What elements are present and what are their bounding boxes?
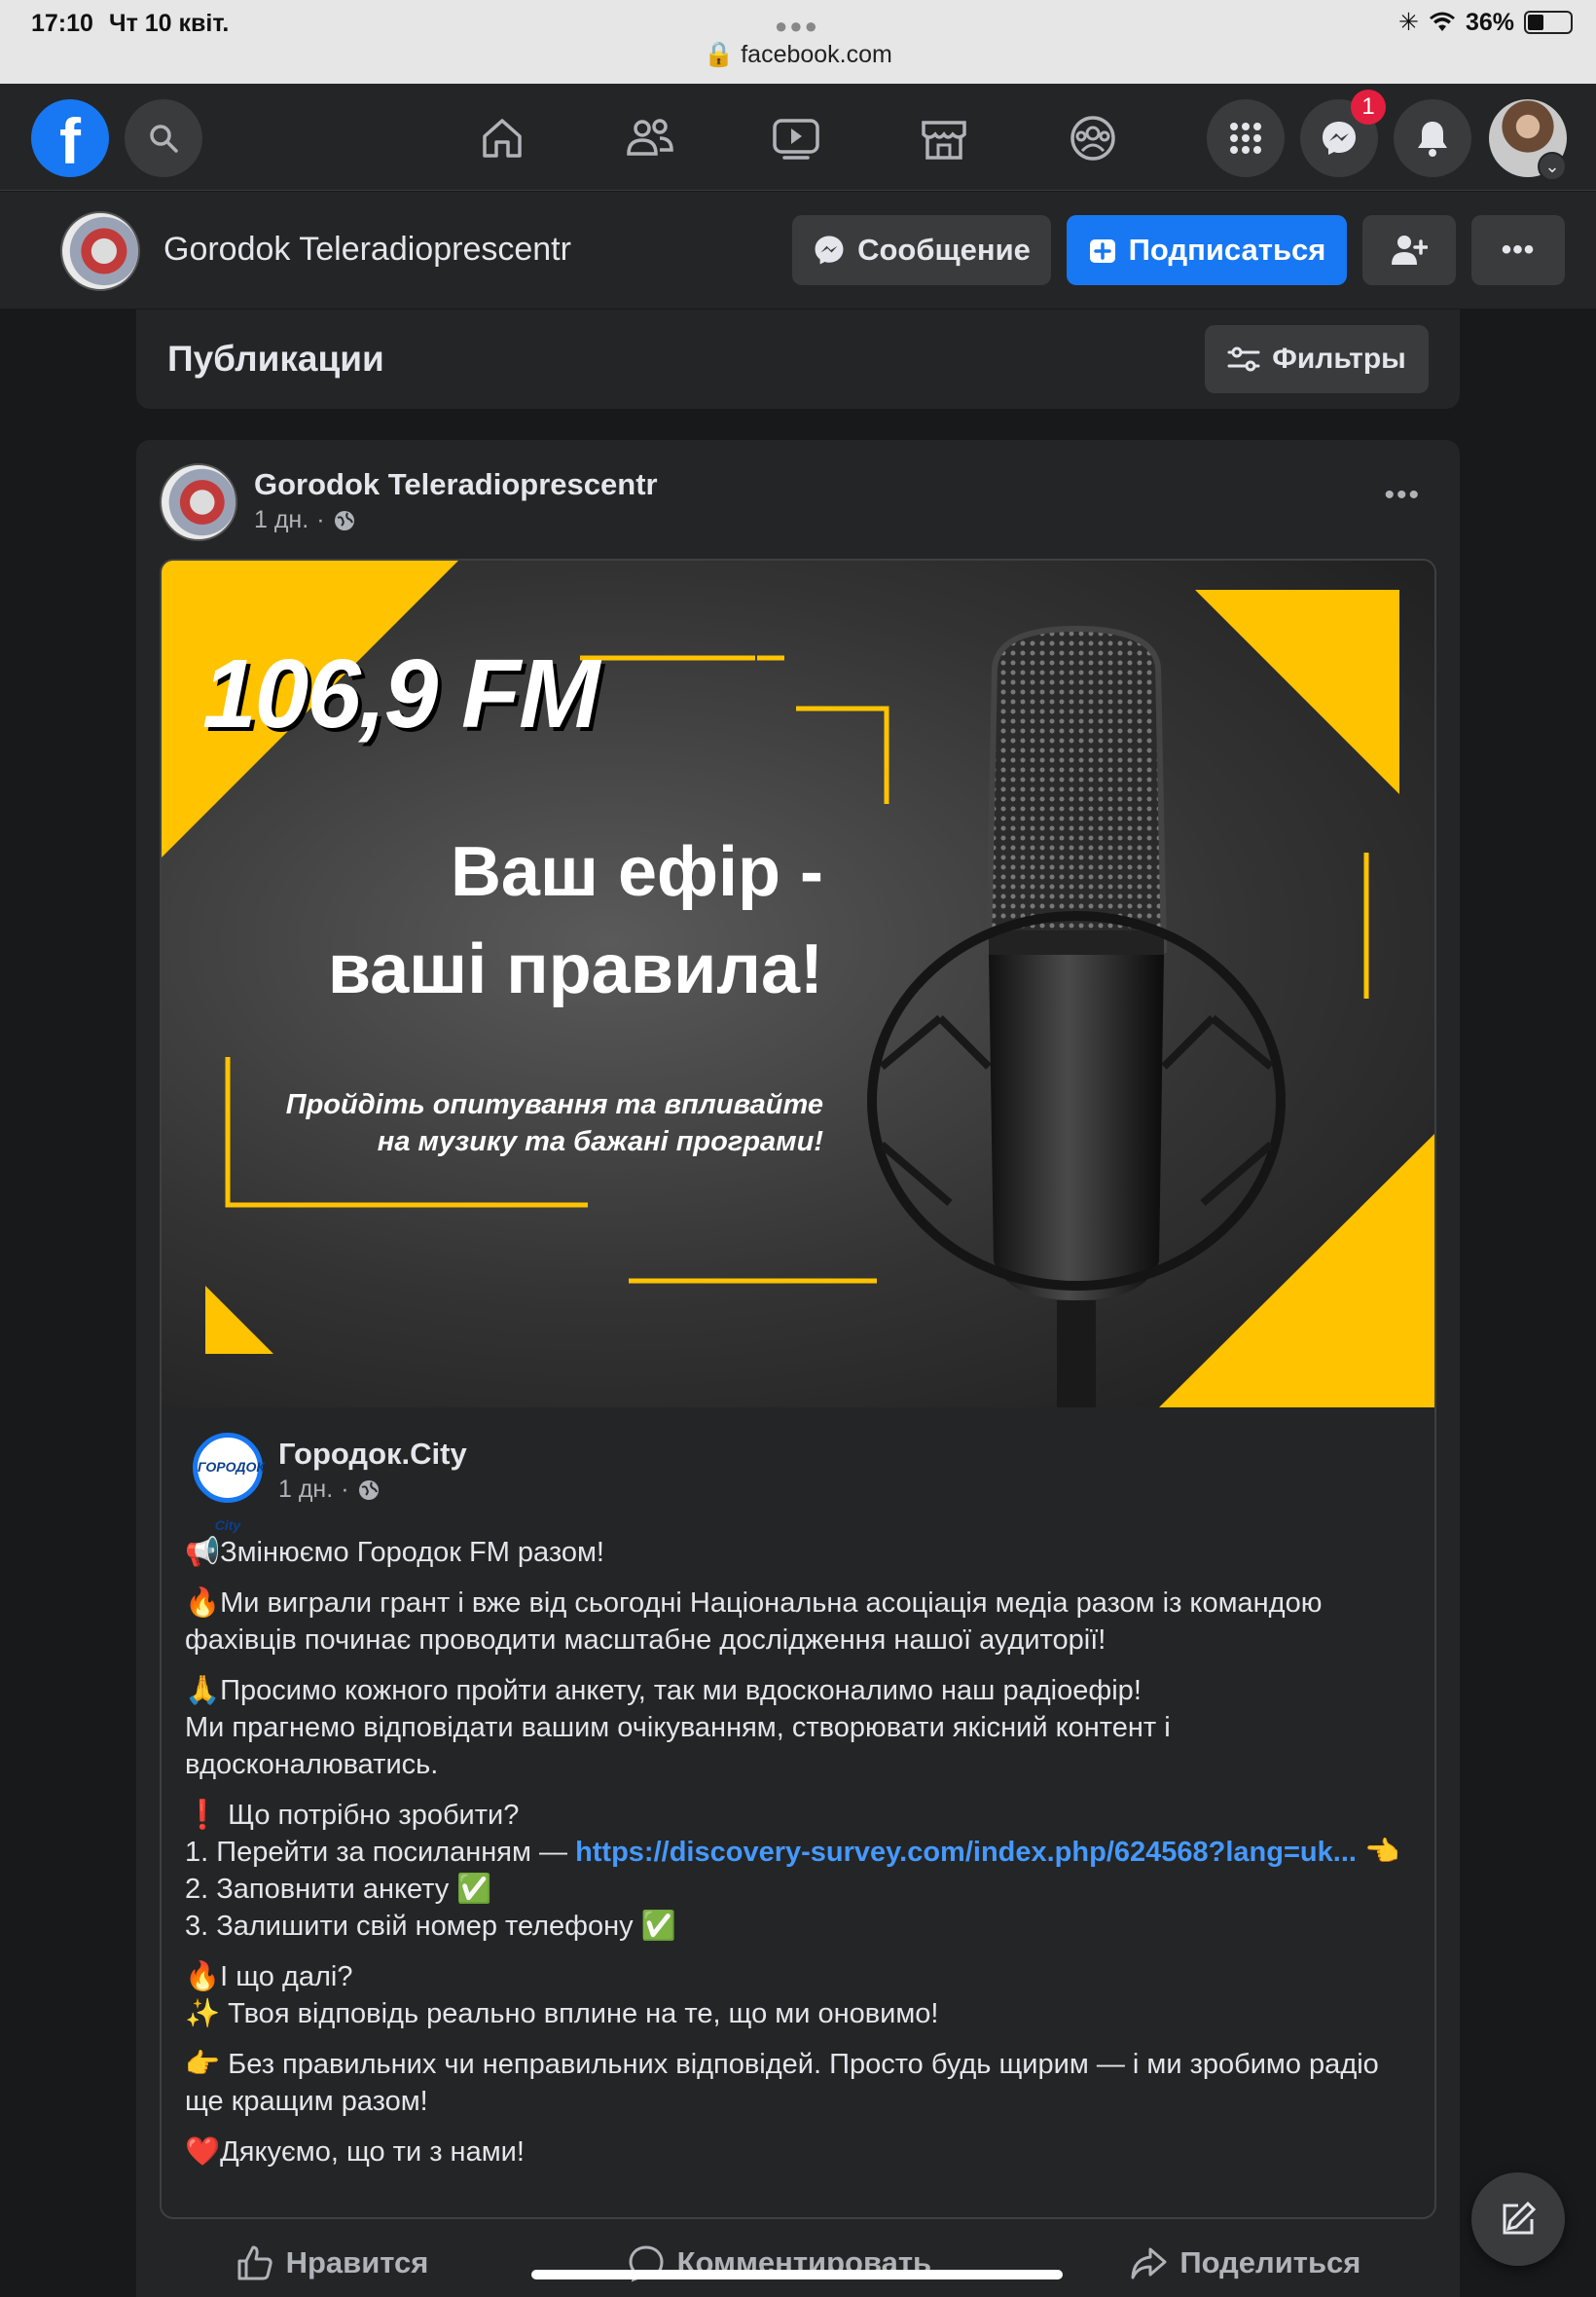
post-time[interactable]: 1 дн. [254, 506, 308, 534]
groups-icon [1070, 116, 1115, 161]
facebook-logo[interactable]: f [31, 99, 109, 177]
banner-subtitle-line1: Пройдіть опитування та впливайте [285, 1089, 823, 1120]
filter-sliders-icon [1227, 346, 1260, 372]
shared-post-time[interactable]: 1 дн. [278, 1476, 333, 1504]
marketplace-tab[interactable] [917, 111, 971, 165]
shared-author-avatar[interactable]: ГОРОДОК City [193, 1433, 265, 1533]
globe-icon [334, 510, 354, 530]
like-label: Нравится [285, 2245, 429, 2279]
multitask-dots-icon[interactable]: ●●● [775, 14, 819, 39]
add-person-icon [1392, 236, 1428, 265]
friends-tab[interactable] [623, 111, 677, 165]
add-friend-button[interactable] [1362, 215, 1456, 285]
page-avatar[interactable] [60, 211, 140, 291]
post-paragraph: ❗ Що потрібно зробити? 1. Перейти за пос… [185, 1800, 1400, 1942]
post-paragraph: 🔥І що далі? ✨ Твоя відповідь реально впл… [185, 1961, 939, 2029]
post-meta: 1 дн. · [254, 506, 356, 534]
search-button[interactable] [125, 99, 202, 177]
follow-button[interactable]: Подписаться [1067, 215, 1347, 285]
facebook-top-nav: f 1 ⌄ [0, 84, 1596, 191]
battery-percent: 36% [1465, 8, 1514, 36]
battery-icon [1524, 11, 1573, 34]
share-button[interactable]: Поделиться [1129, 2243, 1360, 2282]
more-options-button[interactable]: ••• [1471, 215, 1565, 285]
messenger-icon [1323, 122, 1356, 155]
banner-subtitle-line2: на музику та бажані програми! [377, 1126, 823, 1157]
post-paragraph: 🔥Ми виграли грант і вже від сьогодні Нац… [185, 1587, 1323, 1656]
post-banner-image[interactable]: 106,9 FM Ваш ефір - ваші правила! Пройді… [162, 561, 1434, 1407]
watch-icon [773, 119, 819, 160]
shared-post-meta: 1 дн. · [278, 1476, 381, 1504]
post-paragraph: 👉 Без правильних чи неправильних відпові… [185, 2049, 1379, 2117]
page-name[interactable]: Gorodok Teleradioprescentr [163, 231, 571, 269]
globe-icon [358, 1479, 379, 1500]
ios-status-bar: 17:10 Чт 10 квіт. ●●● 🔒 facebook.com ✳ 3… [0, 0, 1596, 84]
friends-icon [627, 119, 673, 156]
post-body-text: 📢Змінюємо Городок FM разом! 🔥Ми виграли … [185, 1534, 1421, 2184]
compose-icon [1503, 2201, 1537, 2235]
home-tab[interactable] [475, 111, 529, 165]
wifi-icon [1429, 12, 1455, 31]
post-card: Gorodok Teleradioprescentr 1 дн. · ••• 1… [136, 440, 1460, 2297]
post-paragraph: 📢Змінюємо Городок FM разом! [185, 1537, 604, 1568]
groups-tab[interactable] [1066, 111, 1120, 165]
post-author-avatar[interactable] [160, 463, 237, 541]
banner-frequency: 106,9 FM [202, 639, 599, 748]
shared-author-name[interactable]: Городок.City [278, 1437, 467, 1472]
status-date: Чт 10 квіт. [109, 10, 230, 37]
share-label: Поделиться [1179, 2245, 1361, 2279]
filters-button[interactable]: Фильтры [1205, 325, 1429, 393]
home-icon [483, 119, 522, 158]
post-actions: Нравится Комментировать Поделиться [136, 2229, 1460, 2297]
post-paragraph: ❤️Дякуємо, що ти з нами! [185, 2136, 525, 2168]
messenger-badge: 1 [1351, 90, 1386, 125]
thumbs-up-icon [237, 2245, 272, 2280]
follow-button-label: Подписаться [1128, 233, 1326, 267]
more-dots-icon: ••• [1501, 234, 1536, 266]
share-icon [1131, 2247, 1167, 2279]
publications-header: Публикации Фильтры [136, 310, 1460, 409]
banner-headline-line1: Ваш ефір - [450, 833, 823, 911]
bell-icon [1418, 122, 1447, 157]
status-right: ✳ 36% [1398, 8, 1573, 37]
notifications-button[interactable] [1394, 99, 1471, 177]
chevron-down-icon[interactable]: ⌄ [1538, 152, 1567, 181]
post-paragraph: 🙏Просимо кожного пройти анкету, так ми в… [185, 1675, 1171, 1780]
address-bar[interactable]: 🔒 facebook.com [0, 41, 1596, 69]
search-icon [150, 125, 178, 153]
url-text: facebook.com [741, 41, 892, 68]
messenger-icon [815, 236, 844, 265]
menu-button[interactable] [1207, 99, 1285, 177]
home-indicator[interactable] [531, 2270, 1063, 2279]
status-time: 17:10 [31, 10, 93, 37]
publications-title: Публикации [167, 339, 384, 379]
menu-grid-icon [1230, 123, 1261, 154]
follow-icon [1089, 239, 1115, 263]
banner-subtitle: Пройдіть опитування та впливайте на музи… [162, 1086, 823, 1160]
filters-label: Фильтры [1272, 343, 1406, 375]
post-author-name[interactable]: Gorodok Teleradioprescentr [254, 467, 658, 502]
like-button[interactable]: Нравится [236, 2243, 429, 2282]
banner-headline-line2: ваші правила! [327, 930, 823, 1008]
page-header-bar: Gorodok Teleradioprescentr Сообщение Под… [0, 192, 1596, 309]
message-button-label: Сообщение [857, 233, 1031, 267]
loading-icon: ✳ [1398, 9, 1419, 36]
message-button[interactable]: Сообщение [792, 215, 1051, 285]
marketplace-icon [922, 121, 966, 160]
lock-icon: 🔒 [704, 41, 735, 68]
shared-post[interactable]: 106,9 FM Ваш ефір - ваші правила! Пройді… [160, 559, 1436, 2219]
post-more-icon[interactable]: ••• [1384, 479, 1421, 512]
watch-tab[interactable] [769, 111, 823, 165]
compose-button[interactable] [1471, 2172, 1565, 2266]
survey-link[interactable]: https://discovery-survey.com/index.php/6… [575, 1837, 1357, 1868]
banner-headline: Ваш ефір - ваші правила! [162, 823, 823, 1018]
